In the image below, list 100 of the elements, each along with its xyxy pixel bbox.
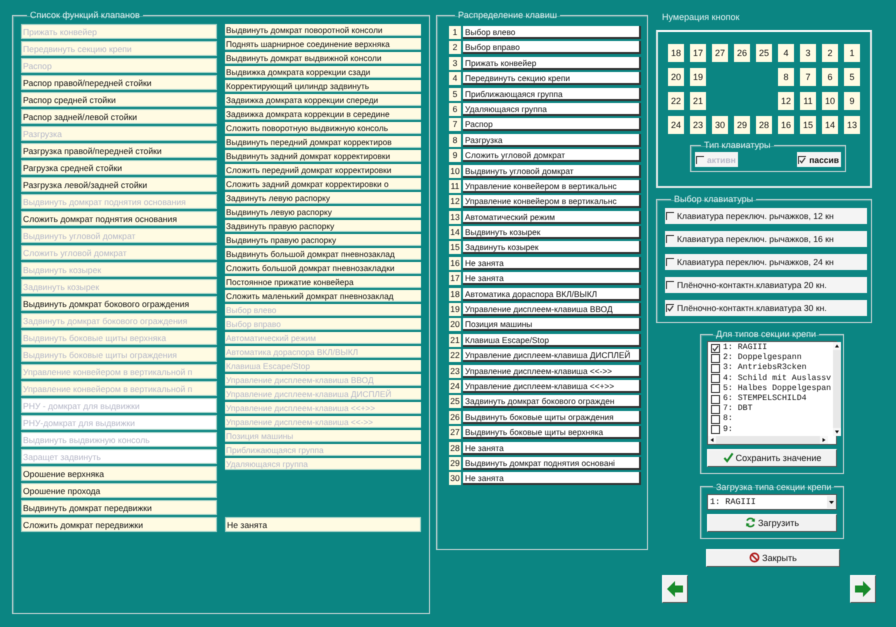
key-number-button[interactable]: 30 (712, 116, 728, 134)
key-number-button[interactable]: 8 (778, 68, 794, 86)
key-number-button[interactable]: 20 (668, 68, 684, 86)
key-function-field[interactable]: Выдвинуть угловой домкрат (463, 164, 641, 178)
key-number-button[interactable]: 23 (690, 116, 706, 134)
key-number-button[interactable]: 27 (712, 44, 728, 62)
key-function-field[interactable]: Управление конвейером в вертикальнс (463, 180, 641, 193)
key-number-button[interactable]: 6 (822, 68, 838, 86)
key-number-button[interactable]: 4 (778, 44, 794, 62)
function-item[interactable]: Выдвинуть правую распорку (225, 234, 421, 246)
key-number-button[interactable]: 16 (778, 116, 794, 134)
function-item[interactable]: Сложить домкрат передвижки (21, 517, 217, 532)
key-function-field[interactable]: Позиция машины (463, 318, 641, 332)
function-item[interactable]: Сложить задний домкрат корректировки о (225, 178, 421, 190)
function-item[interactable]: Орошение верхняка (21, 466, 217, 481)
key-number-button[interactable]: 28 (756, 116, 772, 134)
function-item[interactable]: Распор средней стойки (21, 92, 217, 107)
function-item[interactable]: Сложить маленький домкрат пневнозаклад (225, 290, 421, 302)
key-number-button[interactable]: 5 (844, 68, 860, 86)
section-type-checkbox[interactable]: 5: Halbes Doppelgespan (710, 384, 832, 394)
function-item[interactable]: Разгрузка правой/передней стойки (21, 143, 217, 158)
function-item[interactable]: Выдвинуть домкрат бокового ограждения (21, 296, 217, 311)
function-item[interactable]: Рагрузка средней стойки (21, 160, 217, 175)
function-item[interactable]: Выдвинуть задний домкрат корректировки (225, 150, 421, 162)
function-item[interactable]: Выдвижка домкрата коррекции сзади (225, 66, 421, 78)
key-number-button[interactable]: 22 (668, 92, 684, 110)
function-item[interactable]: Сложить поворотную выдвижную консоль (225, 122, 421, 134)
key-function-field[interactable]: Автоматический режим (463, 210, 641, 224)
key-number-button[interactable]: 2 (822, 44, 838, 62)
function-item[interactable]: Выдвинуть большой домкрат пневнозаклад (225, 248, 421, 260)
section-type-dropdown[interactable]: 1: RAGIII (707, 494, 837, 510)
key-function-field[interactable]: Приближающаяся группа (463, 88, 641, 101)
section-type-checkbox[interactable]: 3: AntriebsR3cken (710, 363, 832, 374)
key-number-button[interactable]: 1 (844, 44, 860, 62)
key-function-field[interactable]: Не занята (463, 472, 641, 486)
section-type-checkbox[interactable]: 8: (710, 414, 832, 424)
key-function-field[interactable]: Не занята (463, 272, 641, 286)
scroll-down-icon[interactable] (833, 428, 842, 436)
section-type-checkbox[interactable]: 7: DBT (710, 404, 832, 414)
key-number-button[interactable]: 9 (844, 92, 860, 110)
function-item[interactable]: Не занята (225, 517, 421, 532)
keyboard-type-checkbox[interactable]: пассив (797, 152, 841, 167)
key-function-field[interactable]: Передвинуть секцию крепи (463, 72, 641, 86)
keyboard-checkbox[interactable]: Плёночно-контактн.клавиатура 30 кн. (665, 300, 867, 316)
key-function-field[interactable]: Управление дисплеем-клавиша ВВОД (463, 303, 641, 316)
key-number-button[interactable]: 11 (800, 92, 816, 110)
function-item[interactable]: Сложить домкрат поднятия основания (21, 211, 217, 226)
key-number-button[interactable]: 7 (800, 68, 816, 86)
function-item[interactable]: Распор задней/левой стойки (21, 109, 217, 124)
key-function-field[interactable]: Задвинуть домкрат бокового огражден (463, 395, 641, 408)
key-function-field[interactable]: Выдвинуть домкрат поднятия основані (463, 456, 641, 470)
key-function-field[interactable]: Прижать конвейер (463, 56, 641, 70)
forward-button[interactable] (850, 574, 876, 603)
key-function-field[interactable]: Управление дисплеем-клавиша <<+>> (463, 380, 641, 393)
key-function-field[interactable]: Выдвинуть боковые щиты верхняка (463, 426, 641, 440)
function-item[interactable]: Разгрузка левой/задней стойки (21, 177, 217, 192)
function-item[interactable]: Орошение прохода (21, 483, 217, 498)
key-number-button[interactable]: 19 (690, 68, 706, 86)
key-function-field[interactable]: Клавиша Escape/Stop (463, 334, 641, 347)
key-number-button[interactable]: 25 (756, 44, 772, 62)
function-item[interactable]: Задвинуть левую распорку (225, 192, 421, 204)
close-button[interactable]: Закрыть (706, 548, 840, 567)
section-type-checkbox[interactable]: 1: RAGIII (710, 343, 832, 354)
function-item[interactable]: Выдвинуть домкрат передвижки (21, 500, 217, 515)
keyboard-checkbox[interactable]: Плёночно-контактн.клавиатура 20 кн. (665, 277, 867, 293)
key-number-button[interactable]: 14 (822, 116, 838, 134)
save-button[interactable]: Сохранить значение (707, 448, 837, 467)
function-item[interactable]: Выдвинуть передний домкрат корректиров (225, 136, 421, 148)
section-type-checkbox[interactable]: 9: (710, 424, 832, 435)
keyboard-checkbox[interactable]: Клавиатура переключ. рычажков, 16 кн (665, 231, 867, 247)
section-type-checkbox[interactable]: 4: Schild mit Auslassv (710, 374, 832, 384)
scroll-right-icon[interactable] (820, 436, 828, 444)
function-item[interactable]: Распор правой/передней стойки (21, 75, 217, 90)
function-item[interactable]: Поднять шарнирное соединение верхняка (225, 38, 421, 50)
function-item[interactable]: Выдвинуть домкрат выдвижной консоли (225, 52, 421, 64)
key-number-button[interactable]: 24 (668, 116, 684, 134)
keyboard-checkbox[interactable]: Клавиатура переключ. рычажков, 24 кн (665, 254, 867, 270)
key-number-button[interactable]: 12 (778, 92, 794, 110)
section-type-checkbox[interactable]: 6: STEMPELSCHILD4 (710, 394, 832, 404)
key-number-button[interactable]: 15 (800, 116, 816, 134)
function-item[interactable]: Задвижка домкрата коррекции спереди (225, 94, 421, 106)
key-function-field[interactable]: Автоматика дораспора ВКЛ/ВЫКЛ (463, 288, 641, 301)
key-number-button[interactable]: 29 (734, 116, 750, 134)
function-item[interactable]: Сложить передний домкрат корректировки (225, 164, 421, 176)
function-item[interactable]: Постоянное прижатие конвейера (225, 276, 421, 288)
key-function-field[interactable]: Управление конвейером в вертикальнс (463, 195, 641, 208)
key-function-field[interactable]: Управление дисплеем-клавиша <<->> (463, 364, 641, 378)
key-function-field[interactable]: Не занята (463, 442, 641, 455)
key-function-field[interactable]: Задвинуть козырек (463, 241, 641, 254)
function-item[interactable]: Выдвинуть левую распорку (225, 206, 421, 218)
key-number-button[interactable]: 13 (844, 116, 860, 134)
keyboard-checkbox[interactable]: Клавиатура переключ. рычажков, 12 кн (665, 208, 867, 224)
function-item[interactable]: Задвинуть правую распорку (225, 220, 421, 232)
scrollbar[interactable] (833, 342, 842, 436)
section-type-checkbox[interactable]: 2: Doppelgespann (710, 353, 832, 364)
key-function-field[interactable]: Выдвинуть козырек (463, 226, 641, 240)
key-function-field[interactable]: Удаляющаяся группа (463, 102, 641, 116)
key-number-button[interactable]: 21 (690, 92, 706, 110)
key-number-button[interactable]: 10 (822, 92, 838, 110)
key-number-button[interactable]: 17 (690, 44, 706, 62)
